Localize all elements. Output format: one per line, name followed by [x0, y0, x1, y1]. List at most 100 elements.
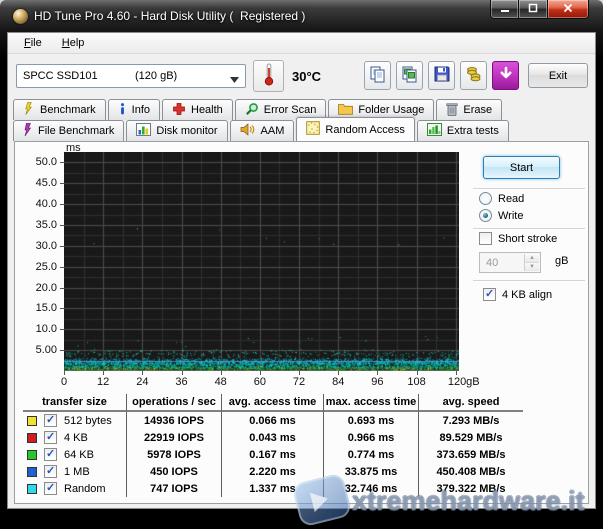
drive-name: SPCC SSD101 — [23, 70, 98, 82]
folder-icon — [338, 102, 353, 118]
tab-erase[interactable]: Erase — [436, 99, 502, 120]
tab-label: Benchmark — [40, 104, 96, 116]
temperature-button[interactable] — [253, 60, 284, 92]
tab-row-2: File BenchmarkDisk monitor AAM Random Acce… — [13, 120, 509, 141]
maximize-icon — [528, 3, 538, 16]
tab-extra-tests[interactable]: Extra tests — [417, 120, 509, 141]
caption-buttons — [490, 0, 589, 19]
x-tick-label: 108 — [397, 376, 437, 388]
disk-monitor-icon — [136, 123, 151, 139]
copy-text-button[interactable] — [364, 61, 391, 90]
copy-screenshot-button[interactable] — [396, 61, 423, 90]
capacity-spinner[interactable]: 40 ▲▼ — [479, 252, 541, 273]
short-stroke-box[interactable] — [479, 232, 492, 245]
title-bar[interactable]: HD Tune Pro 4.60 - Hard Disk Utility ( R… — [0, 0, 603, 32]
table-row: 4 KB22919 IOPS0.043 ms0.966 ms89.529 MB/… — [23, 429, 523, 446]
y-tick-mark — [60, 183, 64, 184]
table-row: 1 MB450 IOPS2.220 ms33.875 ms450.408 MB/… — [23, 463, 523, 480]
erase-icon — [446, 102, 458, 119]
row-checkbox[interactable] — [44, 431, 57, 444]
tab-aam[interactable]: AAM — [230, 120, 295, 141]
x-tick-label: 24 — [122, 376, 162, 388]
spinner-arrows[interactable]: ▲▼ — [524, 254, 539, 271]
y-tick-label: 30.0 — [23, 240, 57, 252]
x-tick-label: 96 — [357, 376, 397, 388]
series-color-swatch — [27, 467, 37, 477]
start-button[interactable]: Start — [483, 156, 560, 179]
tab-disk-monitor[interactable]: Disk monitor — [126, 120, 227, 141]
row-checkbox[interactable] — [44, 482, 57, 495]
tab-label: Random Access — [325, 124, 404, 136]
exit-button[interactable]: Exit — [528, 63, 588, 88]
menu-help[interactable]: Help — [54, 36, 93, 50]
tab-random-access[interactable]: Random Access — [296, 117, 414, 141]
y-tick-mark — [60, 350, 64, 351]
column-header: max. access time — [324, 394, 419, 412]
row-checkbox[interactable] — [44, 465, 57, 478]
table-row: 64 KB5978 IOPS0.167 ms0.774 ms373.659 MB… — [23, 446, 523, 463]
align-box[interactable] — [483, 288, 496, 301]
tab-health[interactable]: Health — [162, 99, 233, 120]
minimize-icon — [500, 3, 510, 16]
options-button[interactable] — [460, 61, 487, 90]
spin-up-icon[interactable]: ▲ — [525, 254, 539, 263]
spin-down-icon[interactable]: ▼ — [525, 263, 539, 271]
series-color-swatch — [27, 416, 37, 426]
value-cell: 2.220 ms — [222, 463, 324, 480]
chevron-down-icon — [230, 74, 239, 86]
y-tick-label: 25.0 — [23, 261, 57, 273]
save-button[interactable] — [428, 61, 455, 90]
tab-label: Extra tests — [447, 125, 499, 137]
y-tick-label: 10.0 — [23, 323, 57, 335]
value-cell: 450 IOPS — [127, 463, 222, 480]
minimize-button[interactable] — [490, 0, 519, 19]
tab-label: Info — [132, 104, 150, 116]
random-access-icon — [306, 121, 320, 138]
read-radio[interactable]: Read — [479, 192, 524, 205]
tab-label: Error Scan — [264, 104, 317, 116]
transfer-size-label: 512 bytes — [64, 415, 112, 427]
align-label: 4 KB align — [502, 289, 552, 301]
x-tick-label: 0 — [44, 376, 84, 388]
value-cell: 33.875 ms — [324, 463, 419, 480]
transfer-size-label: 1 MB — [64, 466, 90, 478]
value-cell: 7.293 MB/s — [419, 412, 523, 429]
drive-select[interactable]: SPCC SSD101 (120 gB) — [16, 64, 246, 88]
row-checkbox[interactable] — [44, 414, 57, 427]
tab-label: AAM — [261, 125, 285, 137]
value-cell: 14936 IOPS — [127, 412, 222, 429]
y-tick-mark — [60, 267, 64, 268]
transfer-size-cell: 64 KB — [23, 446, 127, 463]
capture-button[interactable] — [492, 61, 519, 90]
separator — [473, 280, 585, 282]
menu-file[interactable]: File — [16, 36, 50, 50]
maximize-button[interactable] — [519, 0, 547, 19]
write-radio-circle[interactable] — [479, 209, 492, 222]
random-access-panel: ms Start Read Write Short stroke 40 ▲▼ — [14, 141, 589, 504]
short-stroke-label: Short stroke — [498, 233, 557, 245]
x-tick-mark — [64, 371, 65, 375]
write-radio[interactable]: Write — [479, 209, 523, 222]
x-tick-mark — [299, 371, 300, 375]
row-checkbox[interactable] — [44, 448, 57, 461]
client-area: FileHelp SPCC SSD101 (120 gB) 30°C Exit … — [7, 32, 596, 509]
table-row: Random747 IOPS1.337 ms32.746 ms379.322 M… — [23, 480, 523, 497]
y-tick-mark — [60, 225, 64, 226]
transfer-size-cell: 512 bytes — [23, 412, 127, 429]
short-stroke-checkbox[interactable]: Short stroke — [479, 232, 557, 245]
y-tick-mark — [60, 329, 64, 330]
y-tick-label: 5.00 — [23, 344, 57, 356]
column-header: avg. speed — [419, 394, 523, 412]
align-checkbox[interactable]: 4 KB align — [483, 288, 552, 301]
tab-info[interactable]: Info — [108, 99, 160, 120]
close-button[interactable] — [547, 0, 589, 19]
x-tick-label: 120gB — [444, 376, 484, 388]
screenshot-icon — [400, 65, 419, 87]
value-cell: 0.774 ms — [324, 446, 419, 463]
capacity-value: 40 — [486, 257, 498, 269]
write-label: Write — [498, 210, 523, 222]
tab-file-benchmark[interactable]: File Benchmark — [13, 120, 124, 141]
tab-benchmark[interactable]: Benchmark — [13, 99, 106, 120]
thermometer-icon — [264, 63, 274, 89]
read-radio-circle[interactable] — [479, 192, 492, 205]
